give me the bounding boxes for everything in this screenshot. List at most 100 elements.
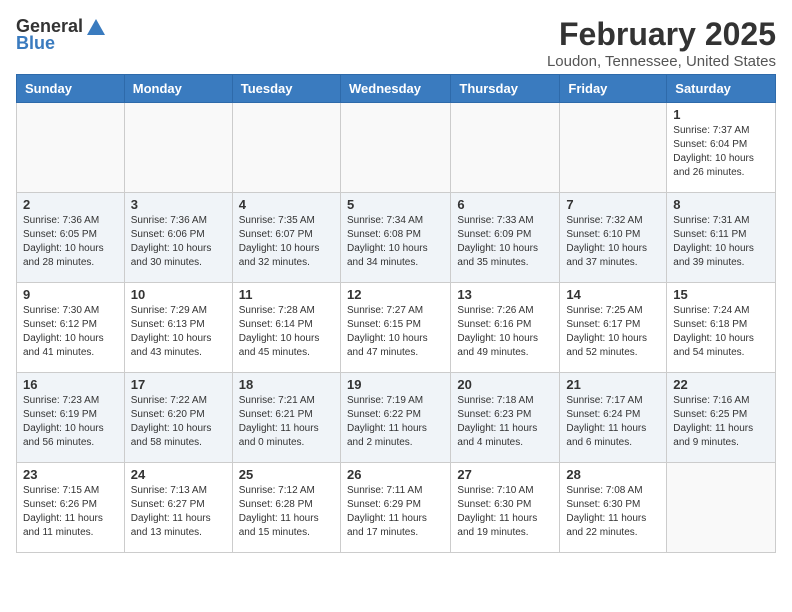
day-number: 9 [23, 287, 118, 302]
table-row: 19Sunrise: 7:19 AM Sunset: 6:22 PM Dayli… [340, 373, 450, 463]
table-row: 15 Sunrise: 7:24 AM Sunset: 6:18 PM Dayli… [667, 283, 776, 373]
day-info: Sunrise: 7:10 AM Sunset: 6:30 PM Dayligh… [457, 484, 553, 540]
table-row [17, 103, 125, 193]
calendar-header-row: Sunday Monday Tuesday Wednesday Thursday… [17, 75, 776, 103]
table-row: 1 Sunrise: 7:37 AM Sunset: 6:04 PM Daylig… [667, 103, 776, 193]
table-row: 2 Sunrise: 7:36 AM Sunset: 6:05 PM Daylig… [17, 193, 125, 283]
table-row [560, 103, 667, 193]
day-number: 2 [23, 197, 118, 212]
calendar-week-row: 16Sunrise: 7:23 AM Sunset: 6:19 PM Dayli… [17, 373, 776, 463]
day-number: 5 [347, 197, 444, 212]
day-number: 15 [673, 287, 769, 302]
day-number: 24 [131, 467, 226, 482]
table-row: 23 Sunrise: 7:15 AM Sunset: 6:26 PM Dayli… [17, 463, 125, 553]
day-info: Sunrise: 7:12 AM Sunset: 6:28 PM Dayligh… [239, 484, 334, 540]
day-number: 14 [566, 287, 660, 302]
day-info: Sunrise: 7:23 AM Sunset: 6:19 PM Dayligh… [23, 394, 118, 450]
day-number: 27 [457, 467, 553, 482]
day-info: Sunrise: 7:36 AM Sunset: 6:06 PM Dayligh… [131, 214, 226, 270]
day-info: Sunrise: 7:33 AM Sunset: 6:09 PM Dayligh… [457, 214, 553, 270]
day-info: Sunrise: 7:11 AM Sunset: 6:29 PM Dayligh… [347, 484, 444, 540]
day-number: 23 [23, 467, 118, 482]
day-info: Sunrise: 7:18 AM Sunset: 6:23 PM Dayligh… [457, 394, 553, 450]
table-row: 5 Sunrise: 7:34 AM Sunset: 6:08 PM Daylig… [340, 193, 450, 283]
day-info: Sunrise: 7:29 AM Sunset: 6:13 PM Dayligh… [131, 304, 226, 360]
header-friday: Friday [560, 75, 667, 103]
day-info: Sunrise: 7:21 AM Sunset: 6:21 PM Dayligh… [239, 394, 334, 450]
table-row: 27 Sunrise: 7:10 AM Sunset: 6:30 PM Dayli… [451, 463, 560, 553]
day-number: 28 [566, 467, 660, 482]
day-number: 7 [566, 197, 660, 212]
title-section: February 2025 Loudon, Tennessee, United … [547, 16, 776, 70]
table-row: 3 Sunrise: 7:36 AM Sunset: 6:06 PM Daylig… [124, 193, 232, 283]
table-row: 7 Sunrise: 7:32 AM Sunset: 6:10 PM Daylig… [560, 193, 667, 283]
day-number: 20 [457, 377, 553, 392]
header-wednesday: Wednesday [340, 75, 450, 103]
day-info: Sunrise: 7:35 AM Sunset: 6:07 PM Dayligh… [239, 214, 334, 270]
table-row: 12 Sunrise: 7:27 AM Sunset: 6:15 PM Dayli… [340, 283, 450, 373]
day-number: 17 [131, 377, 226, 392]
header-monday: Monday [124, 75, 232, 103]
day-number: 12 [347, 287, 444, 302]
header-saturday: Saturday [667, 75, 776, 103]
day-info: Sunrise: 7:37 AM Sunset: 6:04 PM Dayligh… [673, 124, 769, 180]
day-number: 21 [566, 377, 660, 392]
table-row: 28 Sunrise: 7:08 AM Sunset: 6:30 PM Dayli… [560, 463, 667, 553]
table-row: 22Sunrise: 7:16 AM Sunset: 6:25 PM Dayli… [667, 373, 776, 463]
calendar-subtitle: Loudon, Tennessee, United States [547, 53, 776, 70]
day-number: 1 [673, 107, 769, 122]
table-row [451, 103, 560, 193]
table-row [232, 103, 340, 193]
logo: General Blue [16, 16, 109, 54]
table-row: 18 Sunrise: 7:21 AM Sunset: 6:21 PM Dayli… [232, 373, 340, 463]
table-row: 4 Sunrise: 7:35 AM Sunset: 6:07 PM Daylig… [232, 193, 340, 283]
day-number: 8 [673, 197, 769, 212]
day-number: 26 [347, 467, 444, 482]
day-info: Sunrise: 7:34 AM Sunset: 6:08 PM Dayligh… [347, 214, 444, 270]
calendar-week-row: 1 Sunrise: 7:37 AM Sunset: 6:04 PM Daylig… [17, 103, 776, 193]
day-info: Sunrise: 7:31 AM Sunset: 6:11 PM Dayligh… [673, 214, 769, 270]
day-number: 25 [239, 467, 334, 482]
day-info: Sunrise: 7:36 AM Sunset: 6:05 PM Dayligh… [23, 214, 118, 270]
day-info: Sunrise: 7:17 AM Sunset: 6:24 PM Dayligh… [566, 394, 660, 450]
table-row: 8 Sunrise: 7:31 AM Sunset: 6:11 PM Daylig… [667, 193, 776, 283]
table-row: 25 Sunrise: 7:12 AM Sunset: 6:28 PM Dayli… [232, 463, 340, 553]
day-info: Sunrise: 7:24 AM Sunset: 6:18 PM Dayligh… [673, 304, 769, 360]
day-info: Sunrise: 7:15 AM Sunset: 6:26 PM Dayligh… [23, 484, 118, 540]
day-number: 11 [239, 287, 334, 302]
table-row: 11 Sunrise: 7:28 AM Sunset: 6:14 PM Dayli… [232, 283, 340, 373]
day-info: Sunrise: 7:30 AM Sunset: 6:12 PM Dayligh… [23, 304, 118, 360]
calendar-week-row: 2 Sunrise: 7:36 AM Sunset: 6:05 PM Daylig… [17, 193, 776, 283]
day-number: 10 [131, 287, 226, 302]
table-row: 26 Sunrise: 7:11 AM Sunset: 6:29 PM Dayli… [340, 463, 450, 553]
day-number: 3 [131, 197, 226, 212]
table-row [340, 103, 450, 193]
calendar-week-row: 23 Sunrise: 7:15 AM Sunset: 6:26 PM Dayli… [17, 463, 776, 553]
day-number: 18 [239, 377, 334, 392]
day-number: 19 [347, 377, 444, 392]
day-info: Sunrise: 7:27 AM Sunset: 6:15 PM Dayligh… [347, 304, 444, 360]
day-info: Sunrise: 7:22 AM Sunset: 6:20 PM Dayligh… [131, 394, 226, 450]
header-tuesday: Tuesday [232, 75, 340, 103]
table-row [667, 463, 776, 553]
day-info: Sunrise: 7:25 AM Sunset: 6:17 PM Dayligh… [566, 304, 660, 360]
day-number: 4 [239, 197, 334, 212]
table-row: 17 Sunrise: 7:22 AM Sunset: 6:20 PM Dayli… [124, 373, 232, 463]
calendar-table: Sunday Monday Tuesday Wednesday Thursday… [16, 74, 776, 553]
table-row: 6Sunrise: 7:33 AM Sunset: 6:09 PM Daylig… [451, 193, 560, 283]
day-info: Sunrise: 7:28 AM Sunset: 6:14 PM Dayligh… [239, 304, 334, 360]
table-row: 16Sunrise: 7:23 AM Sunset: 6:19 PM Dayli… [17, 373, 125, 463]
logo-icon [85, 17, 107, 37]
day-number: 13 [457, 287, 553, 302]
table-row: 10 Sunrise: 7:29 AM Sunset: 6:13 PM Dayli… [124, 283, 232, 373]
day-info: Sunrise: 7:32 AM Sunset: 6:10 PM Dayligh… [566, 214, 660, 270]
table-row: 9 Sunrise: 7:30 AM Sunset: 6:12 PM Daylig… [17, 283, 125, 373]
day-info: Sunrise: 7:26 AM Sunset: 6:16 PM Dayligh… [457, 304, 553, 360]
table-row: 24 Sunrise: 7:13 AM Sunset: 6:27 PM Dayli… [124, 463, 232, 553]
header: General Blue February 2025 Loudon, Tenne… [16, 16, 776, 70]
day-info: Sunrise: 7:13 AM Sunset: 6:27 PM Dayligh… [131, 484, 226, 540]
day-info: Sunrise: 7:08 AM Sunset: 6:30 PM Dayligh… [566, 484, 660, 540]
logo-blue: Blue [16, 33, 55, 54]
table-row: 14 Sunrise: 7:25 AM Sunset: 6:17 PM Dayli… [560, 283, 667, 373]
header-thursday: Thursday [451, 75, 560, 103]
